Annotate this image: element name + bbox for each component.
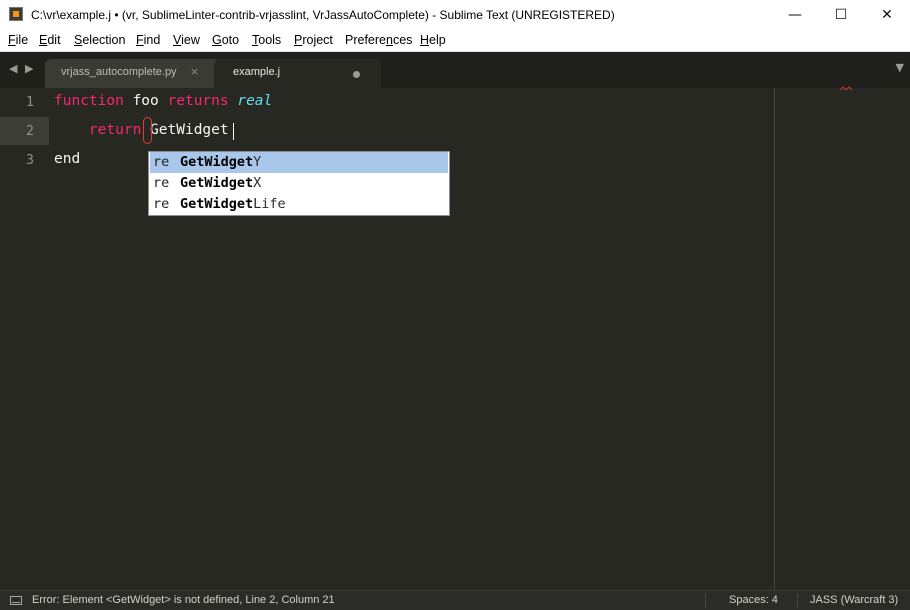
line-number-gutter: 1 2 3 <box>0 88 50 590</box>
completion-rest: Life <box>253 196 286 212</box>
tab-nav-left-icon[interactable]: ◀ <box>9 62 17 75</box>
completion-kind: re <box>153 175 170 191</box>
tab-nav-right-icon[interactable]: ▶ <box>25 62 33 75</box>
completion-match: GetWidget <box>180 154 254 170</box>
menu-find-mnemonic: F <box>136 33 144 47</box>
line-number: 2 <box>25 123 34 139</box>
type-real: real <box>237 93 273 109</box>
minimap-divider <box>774 88 775 590</box>
menu-goto-mnemonic: G <box>212 33 222 47</box>
menu-help-label: elp <box>429 33 446 47</box>
completion-rest: X <box>253 175 262 191</box>
menu-project[interactable]: Project <box>294 33 333 47</box>
autocomplete-item[interactable]: re GetWidgetY <box>150 152 448 173</box>
menu-goto-label: oto <box>221 33 240 47</box>
menu-edit-label: dit <box>47 33 61 47</box>
tab-example-j[interactable]: example.j <box>214 59 381 88</box>
completion-text: GetWidgetX <box>180 175 261 191</box>
unsaved-dot-icon[interactable] <box>353 71 360 78</box>
tab-label: vrjass_autocomplete.py <box>61 66 177 78</box>
menu-selection-label: election <box>82 33 126 47</box>
completion-rest: Y <box>253 154 262 170</box>
status-bar: Error: Element <GetWidget> is not define… <box>0 590 910 610</box>
close-button[interactable]: ✕ <box>864 0 910 30</box>
autocomplete-item[interactable]: re GetWidgetLife <box>150 194 448 215</box>
status-message: Error: Element <GetWidget> is not define… <box>32 594 335 606</box>
indentation-setting[interactable]: Spaces: 4 <box>729 594 778 606</box>
menu-help[interactable]: Help <box>420 33 446 47</box>
keyword-end: end <box>54 151 81 167</box>
line-number: 1 <box>25 94 34 110</box>
menu-view[interactable]: View <box>173 33 200 47</box>
menu-find-label: ind <box>143 33 161 47</box>
menu-preferences-label-start: Prefere <box>345 33 386 47</box>
menu-find[interactable]: Find <box>136 33 160 47</box>
completion-match: GetWidget <box>180 196 254 212</box>
keyword-returns: returns <box>167 93 229 109</box>
menu-file-mnemonic: F <box>8 33 16 47</box>
line-number: 3 <box>25 152 34 168</box>
menu-file-label: ile <box>15 33 29 47</box>
tab-vrjass-autocomplete[interactable]: vrjass_autocomplete.py × <box>45 59 220 88</box>
status-divider <box>797 593 798 608</box>
completion-kind: re <box>153 196 170 212</box>
completion-match: GetWidget <box>180 175 254 191</box>
minimap-viewport-icon[interactable] <box>839 86 855 92</box>
menu-file[interactable]: File <box>8 33 28 47</box>
code-line-1[interactable]: function foo returns real <box>54 93 272 109</box>
menu-help-mnemonic: H <box>420 33 430 47</box>
status-divider <box>705 593 706 608</box>
completion-text: GetWidgetLife <box>180 196 286 212</box>
menu-edit[interactable]: Edit <box>39 33 61 47</box>
title-bar: C:\vr\example.j • (vr, SublimeLinter-con… <box>0 0 910 30</box>
menu-preferences[interactable]: Preferences <box>345 33 412 47</box>
lint-error-marker <box>143 117 152 144</box>
keyword-return: return <box>88 122 142 138</box>
tab-bar: ◀ ▶ vrjass_autocomplete.py × example.j ▼ <box>0 52 910 88</box>
tab-label: example.j <box>233 66 281 78</box>
text-cursor <box>233 123 234 140</box>
autocomplete-popup: re GetWidgetY re GetWidgetX re GetWidget… <box>148 151 450 216</box>
keyword-function: function <box>54 93 124 109</box>
autocomplete-item[interactable]: re GetWidgetX <box>150 173 448 194</box>
code-line-3[interactable]: end <box>54 151 80 167</box>
menu-project-label: roject <box>302 33 333 47</box>
sublime-app-icon <box>9 7 23 21</box>
code-line-2[interactable]: return GetWidget <box>54 122 229 138</box>
menu-preferences-label-end: ces <box>392 33 413 47</box>
syntax-selector[interactable]: JASS (Warcraft 3) <box>810 594 898 606</box>
menu-view-mnemonic: V <box>173 33 182 47</box>
tab-close-icon[interactable]: × <box>190 65 199 78</box>
menu-tools[interactable]: Tools <box>252 33 281 47</box>
completion-text: GetWidgetY <box>180 154 261 170</box>
maximize-button[interactable]: ☐ <box>818 0 864 30</box>
menu-goto[interactable]: Goto <box>212 33 239 47</box>
menu-bar: File Edit Selection Find View Goto Tools… <box>0 30 910 52</box>
panel-toggle-icon[interactable] <box>10 596 22 605</box>
typed-identifier: GetWidget <box>141 122 229 138</box>
completion-kind: re <box>153 154 170 170</box>
minimize-button[interactable]: — <box>772 0 818 30</box>
function-name: foo <box>123 93 168 109</box>
menu-selection[interactable]: Selection <box>74 33 125 47</box>
menu-tools-label: ools <box>258 33 282 47</box>
window-title: C:\vr\example.j • (vr, SublimeLinter-con… <box>31 8 615 22</box>
tab-menu-chevron-icon[interactable]: ▼ <box>896 61 904 74</box>
menu-view-label: iew <box>181 33 200 47</box>
menu-preferences-mnemonic: n <box>386 33 393 47</box>
